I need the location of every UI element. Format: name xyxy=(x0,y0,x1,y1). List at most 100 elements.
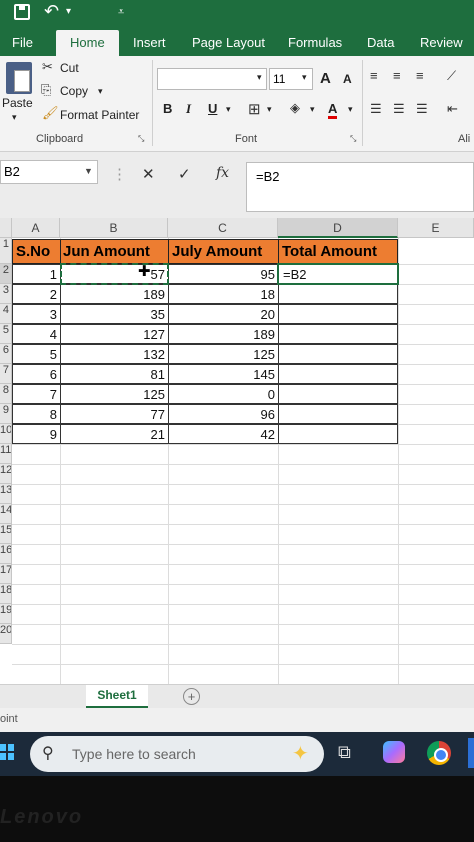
microsoft-365-icon[interactable] xyxy=(383,741,405,763)
table-cell[interactable]: 18 xyxy=(168,284,279,304)
row-header[interactable]: 7 xyxy=(0,364,12,384)
header-cell-jun-amount[interactable]: Jun Amount xyxy=(60,239,169,264)
cancel-icon[interactable]: ✕ xyxy=(142,165,155,183)
row-header[interactable]: 3 xyxy=(0,284,12,304)
fill-color-dropdown-icon[interactable]: ▾ xyxy=(310,104,315,115)
clipboard-launcher-icon[interactable]: ⤡ xyxy=(138,134,144,144)
table-cell[interactable]: 77 xyxy=(60,404,169,424)
align-right-icon[interactable]: ☰ xyxy=(416,101,428,117)
header-cell-sno[interactable]: S.No xyxy=(12,239,61,264)
row-header[interactable]: 10 xyxy=(0,424,12,444)
formula-input[interactable]: =B2 xyxy=(246,162,474,212)
column-header-a[interactable]: A xyxy=(12,218,60,238)
table-cell[interactable]: 95 xyxy=(168,264,279,284)
row-header[interactable]: 16 xyxy=(0,544,12,564)
underline-button[interactable]: U xyxy=(208,101,217,116)
chrome-icon[interactable] xyxy=(427,741,451,765)
tab-formulas[interactable]: Formulas xyxy=(288,35,342,50)
table-cell[interactable]: 132 xyxy=(60,344,169,364)
copy-button[interactable]: Copy xyxy=(60,84,88,98)
row-header[interactable]: 17 xyxy=(0,564,12,584)
shrink-font-button[interactable]: A xyxy=(343,72,352,86)
borders-icon[interactable]: ⊞ xyxy=(248,100,261,118)
format-painter-button[interactable]: Format Painter xyxy=(60,108,139,122)
column-header-b[interactable]: B xyxy=(60,218,168,238)
paste-dropdown-icon[interactable]: ▾ xyxy=(12,112,17,123)
table-cell[interactable] xyxy=(278,424,398,444)
table-cell[interactable]: 0 xyxy=(168,384,279,404)
bold-button[interactable]: B xyxy=(163,101,172,116)
decrease-indent-icon[interactable]: ⇤ xyxy=(447,101,458,117)
table-cell[interactable]: 96 xyxy=(168,404,279,424)
row-header[interactable]: 19 xyxy=(0,604,12,624)
font-size-dropdown-icon[interactable]: ▾ xyxy=(302,72,307,83)
copy-dropdown-icon[interactable]: ▾ xyxy=(98,86,103,97)
save-icon[interactable] xyxy=(14,4,30,20)
undo-icon[interactable]: ↶ xyxy=(44,1,59,22)
align-middle-icon[interactable]: ≡ xyxy=(393,68,401,83)
row-header[interactable]: 2 xyxy=(0,264,12,284)
row-header[interactable]: 20 xyxy=(0,624,12,644)
worksheet-grid[interactable]: A B C D E 1 2 3 4 5 6 7 8 9 10 11 12 13 … xyxy=(0,218,474,684)
borders-dropdown-icon[interactable]: ▾ xyxy=(267,104,272,115)
align-bottom-icon[interactable]: ≡ xyxy=(416,68,424,83)
tab-home[interactable]: Home xyxy=(56,30,119,56)
table-cell[interactable] xyxy=(278,284,398,304)
sheet-tab[interactable]: Sheet1 xyxy=(86,685,148,709)
italic-button[interactable]: I xyxy=(186,101,191,117)
table-cell[interactable]: 125 xyxy=(60,384,169,404)
column-header-e[interactable]: E xyxy=(398,218,474,238)
table-cell[interactable]: 1 xyxy=(12,264,61,284)
row-header[interactable]: 14 xyxy=(0,504,12,524)
table-cell[interactable]: 2 xyxy=(12,284,61,304)
tab-page-layout[interactable]: Page Layout xyxy=(192,35,265,50)
font-name-dropdown-icon[interactable]: ▾ xyxy=(257,72,262,83)
customize-toolbar-icon[interactable]: ⩡ xyxy=(118,6,124,19)
row-header[interactable]: 6 xyxy=(0,344,12,364)
row-header[interactable]: 1 xyxy=(0,238,12,264)
enter-icon[interactable]: ✓ xyxy=(178,165,191,183)
font-name-select[interactable] xyxy=(157,68,267,90)
row-header[interactable]: 15 xyxy=(0,524,12,544)
table-cell[interactable]: 4 xyxy=(12,324,61,344)
row-header[interactable]: 8 xyxy=(0,384,12,404)
column-header-c[interactable]: C xyxy=(168,218,278,238)
underline-dropdown-icon[interactable]: ▾ xyxy=(226,104,231,115)
row-header[interactable]: 4 xyxy=(0,304,12,324)
row-header[interactable]: 18 xyxy=(0,584,12,604)
row-header[interactable]: 9 xyxy=(0,404,12,424)
table-cell[interactable]: 20 xyxy=(168,304,279,324)
row-header[interactable]: 13 xyxy=(0,484,12,504)
insert-function-icon[interactable]: fx xyxy=(216,165,229,181)
paste-icon[interactable] xyxy=(6,62,32,94)
tab-review[interactable]: Review xyxy=(420,35,463,50)
task-view-icon[interactable]: ⧉ xyxy=(338,742,351,763)
tab-data[interactable]: Data xyxy=(367,35,394,50)
table-cell[interactable] xyxy=(278,364,398,384)
table-cell[interactable] xyxy=(278,344,398,364)
add-sheet-icon[interactable]: + xyxy=(183,688,200,705)
table-cell[interactable]: 145 xyxy=(168,364,279,384)
row-header[interactable]: 11 xyxy=(0,444,12,464)
orientation-icon[interactable]: ⟋ xyxy=(447,68,456,84)
table-cell[interactable]: 35 xyxy=(60,304,169,324)
table-cell[interactable] xyxy=(278,404,398,424)
font-launcher-icon[interactable]: ⤡ xyxy=(350,134,356,144)
table-cell[interactable]: 125 xyxy=(168,344,279,364)
table-cell[interactable]: 3 xyxy=(12,304,61,324)
row-header[interactable]: 5 xyxy=(0,324,12,344)
scissors-icon[interactable]: ✂ xyxy=(42,59,53,75)
table-cell[interactable]: 7 xyxy=(12,384,61,404)
table-cell[interactable]: 42 xyxy=(168,424,279,444)
row-header[interactable]: 12 xyxy=(0,464,12,484)
align-top-icon[interactable]: ≡ xyxy=(370,68,378,83)
font-color-button[interactable]: A xyxy=(328,101,338,119)
undo-dropdown-icon[interactable]: ▾ xyxy=(66,6,71,17)
table-cell[interactable]: 5 xyxy=(12,344,61,364)
format-painter-icon[interactable]: 🖌 xyxy=(42,105,59,121)
table-cell[interactable]: 127 xyxy=(60,324,169,344)
header-cell-total-amount[interactable]: Total Amount xyxy=(278,239,398,264)
name-box-dropdown-icon[interactable]: ▼ xyxy=(84,166,93,176)
table-cell[interactable] xyxy=(278,304,398,324)
table-cell[interactable]: 81 xyxy=(60,364,169,384)
